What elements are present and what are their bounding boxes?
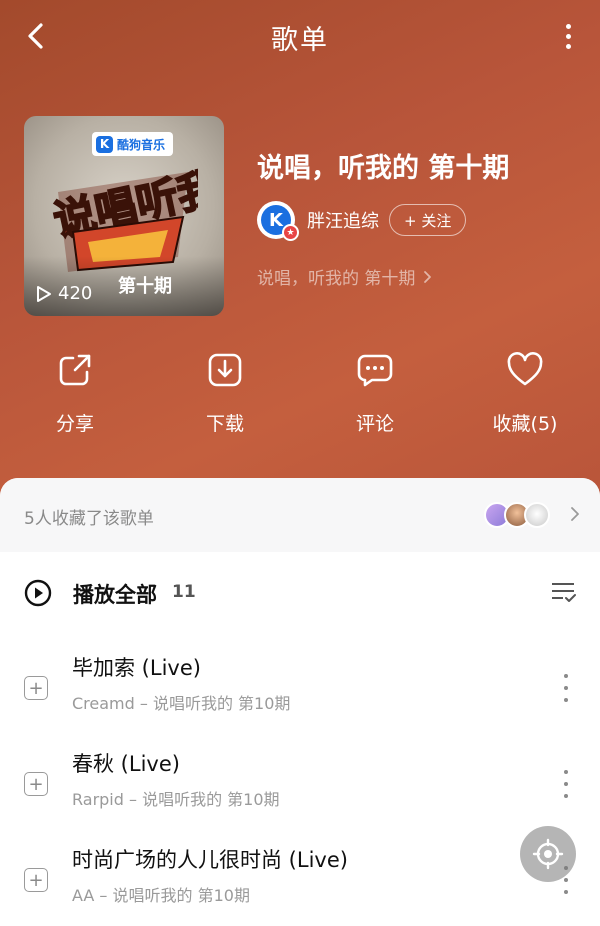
favorite-button[interactable]: 收藏(5) [465,350,585,440]
track-item[interactable]: + 春秋 (Live) Rarpid – 说唱听我的 第10期 [0,740,600,832]
share-label: 分享 [55,413,94,435]
playlist-description[interactable]: 说唱，听我的 第十期 [257,264,432,289]
track-item[interactable]: + 毕加索 (Live) Creamd – 说唱听我的 第10期 [0,644,600,736]
playlist-cover[interactable]: K 酷狗音乐 说唱听我的 420 第十期 [24,116,224,316]
track-more-icon[interactable] [562,674,570,702]
comment-label: 评论 [355,413,394,435]
follow-button[interactable]: + 关注 [389,204,467,236]
collectors-bar[interactable]: 5人收藏了该歌单 [0,478,600,552]
chevron-right-icon [571,507,579,521]
track-item[interactable]: + 时尚广场的人儿很时尚 (Live) AA – 说唱听我的 第10期 [0,836,600,926]
download-button[interactable]: 下载 [165,350,285,440]
track-subtitle: Rarpid – 说唱听我的 第10期 [72,790,280,809]
description-text: 说唱，听我的 第十期 [257,269,416,289]
share-icon [55,350,95,390]
top-bar: 歌单 [0,0,600,74]
track-more-icon[interactable] [562,770,570,798]
track-count: 11 [172,582,196,602]
locate-current-song-button[interactable] [520,826,576,882]
share-button[interactable]: 分享 [15,350,135,440]
more-dot-icon [565,23,571,29]
comment-icon [355,350,395,390]
play-count-icon [37,285,51,302]
page-title: 歌单 [271,25,329,56]
play-all-label: 播放全部 [73,583,157,607]
more-dot-icon [565,33,571,39]
track-title: 毕加索 (Live) [72,656,201,680]
creator-name[interactable]: 胖汪追综 [307,207,379,233]
chevron-right-icon [424,270,432,283]
more-dot-icon [565,43,571,49]
cover-brand-name: 酷狗音乐 [117,137,166,152]
track-subtitle: Creamd – 说唱听我的 第10期 [72,694,291,713]
kugou-logo-icon: K [96,135,113,153]
download-icon [205,350,245,390]
cover-episode-label: 第十期 [118,276,172,297]
favorite-label: 收藏(5) [492,413,558,435]
locate-icon [532,838,564,870]
creator-row: K ★ 胖汪追综 + 关注 [257,201,467,241]
avatar [524,502,550,528]
heart-icon [505,350,545,390]
more-options-button[interactable] [558,20,578,52]
multi-select-icon[interactable] [550,580,576,604]
playlist-title: 说唱，听我的 第十期 [257,153,510,184]
play-all-row[interactable]: 播放全部 11 [0,574,600,616]
playlist-content: 5人收藏了该歌单 播放全部 11 + 毕加索 (Live) Creamd – 说… [0,478,600,926]
add-to-list-icon[interactable]: + [24,676,48,700]
play-count-value: 420 [58,283,93,304]
comment-button[interactable]: 评论 [315,350,435,440]
cover-brand-badge: K 酷狗音乐 [92,132,174,156]
creator-avatar[interactable]: K ★ [257,201,299,241]
track-title: 时尚广场的人儿很时尚 (Live) [72,848,348,872]
track-subtitle: AA – 说唱听我的 第10期 [72,886,250,905]
track-title: 春秋 (Live) [72,752,180,776]
add-to-list-icon[interactable]: + [24,868,48,892]
star-badge-icon: ★ [282,224,299,241]
action-bar: 分享 下载 评论 收藏(5) [0,350,600,440]
add-to-list-icon[interactable]: + [24,772,48,796]
collectors-text: 5人收藏了该歌单 [24,509,154,529]
play-circle-icon [24,579,52,607]
download-label: 下载 [205,413,244,435]
play-count: 420 [36,283,92,304]
